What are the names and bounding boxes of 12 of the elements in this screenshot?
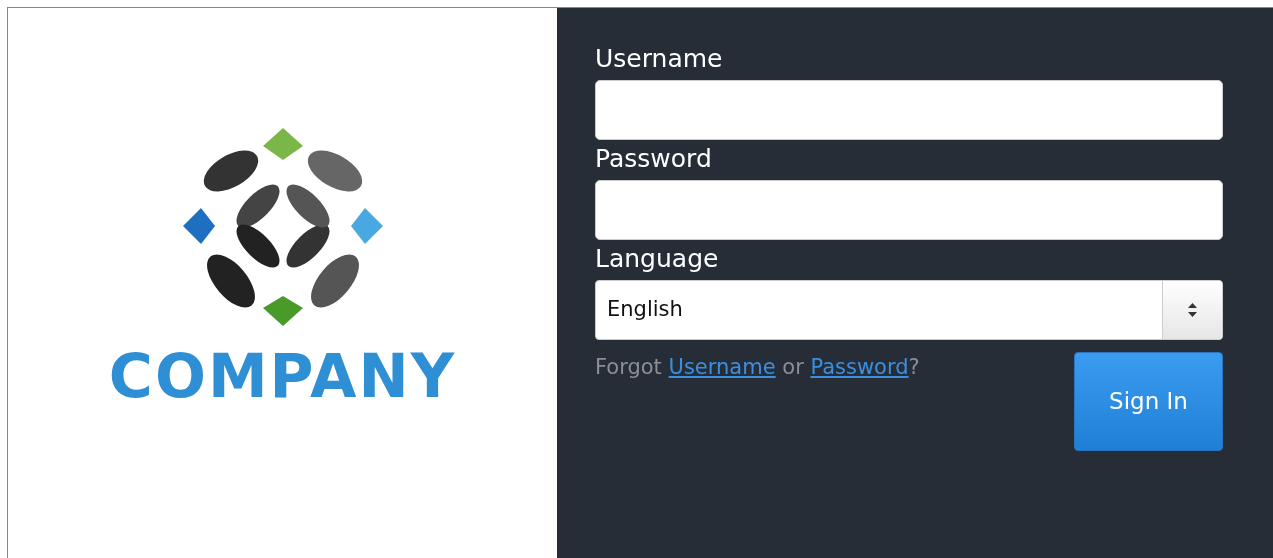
field-label: Language — [595, 244, 719, 274]
language-select[interactable]: English — [595, 280, 1223, 340]
input-field[interactable] — [595, 80, 1223, 140]
logo-text: COMPANY — [108, 346, 457, 406]
field-label: Password — [595, 144, 712, 174]
forgot-link[interactable]: Password — [810, 355, 909, 379]
forgot-text: Forgot Username or Password? — [595, 354, 920, 381]
field-label: Username — [595, 44, 723, 74]
sign-in-button[interactable]: Sign In — [1074, 352, 1223, 451]
spinner-icon — [1188, 303, 1197, 317]
forgot-link[interactable]: Username — [668, 355, 776, 379]
input-field[interactable] — [595, 180, 1223, 240]
